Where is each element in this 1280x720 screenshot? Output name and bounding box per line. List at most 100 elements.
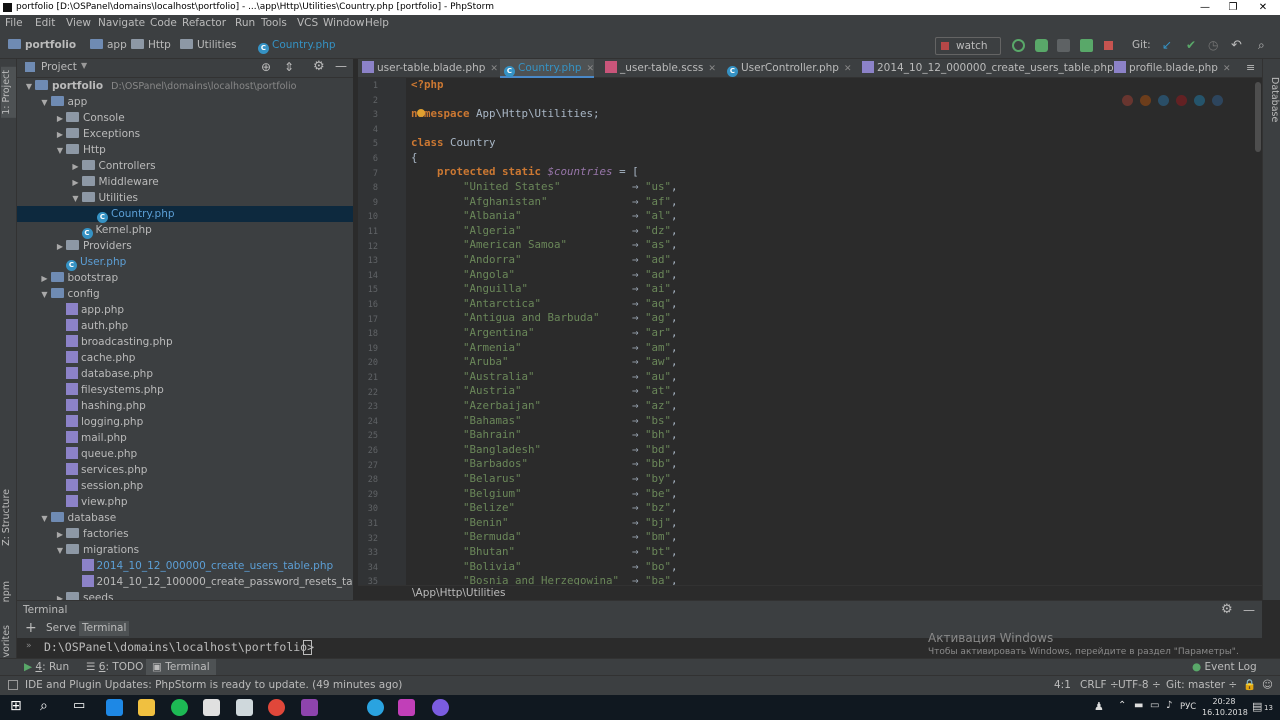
tab-user-table-blade[interactable]: user-table.blade.php ✕ bbox=[358, 59, 498, 78]
collapse-arrow-icon[interactable]: ▶ bbox=[54, 111, 66, 127]
gear-icon[interactable]: ⚙ bbox=[1221, 601, 1233, 619]
edge-icon[interactable] bbox=[1212, 95, 1223, 106]
chrome-icon[interactable] bbox=[1122, 95, 1133, 106]
menu-refactor[interactable]: Refactor bbox=[182, 15, 226, 32]
menu-run[interactable]: Run bbox=[235, 15, 255, 32]
stop-icon[interactable] bbox=[1104, 41, 1113, 50]
tab-profile-blade[interactable]: profile.blade.php ✕ bbox=[1110, 59, 1231, 78]
tree-item[interactable]: cache.php bbox=[17, 350, 353, 366]
menu-view[interactable]: View bbox=[66, 15, 91, 32]
tree-item[interactable]: C Kernel.php bbox=[17, 222, 353, 239]
phpstorm-taskbar-icon[interactable] bbox=[398, 699, 415, 716]
ie-icon[interactable] bbox=[1194, 95, 1205, 106]
git-update-icon[interactable]: ↙ bbox=[1162, 38, 1172, 53]
search-icon[interactable]: ⌕ bbox=[40, 698, 48, 714]
expand-arrow-icon[interactable]: ▼ bbox=[39, 511, 51, 527]
project-panel-title[interactable]: Project bbox=[41, 61, 77, 73]
minimize-button[interactable]: — bbox=[1190, 0, 1220, 15]
tabs-overflow-icon[interactable]: ≡ bbox=[1246, 61, 1255, 74]
side-tab-project[interactable]: 1: Project bbox=[1, 67, 16, 118]
tree-item[interactable]: filesystems.php bbox=[17, 382, 353, 398]
debug-icon[interactable] bbox=[1035, 39, 1048, 52]
collapse-arrow-icon[interactable]: ▶ bbox=[54, 239, 66, 255]
collapse-all-icon[interactable]: ⇕ bbox=[284, 60, 294, 74]
volume-icon[interactable]: ♪ bbox=[1166, 700, 1172, 711]
inspector-icon[interactable]: ☺ bbox=[1262, 676, 1273, 695]
menu-file[interactable]: File bbox=[5, 15, 23, 32]
status-message[interactable]: IDE and Plugin Updates: PhpStorm is read… bbox=[25, 676, 402, 695]
tab-user-table-scss[interactable]: _user-table.scss ✕ bbox=[601, 59, 716, 78]
tree-item[interactable]: ▶ seeds bbox=[17, 590, 353, 600]
tool-tab-run[interactable]: ▶ 4: Run bbox=[24, 659, 69, 676]
status-toggle-icon[interactable] bbox=[8, 680, 18, 690]
tree-item[interactable]: C User.php bbox=[17, 254, 353, 271]
tree-item[interactable]: app.php bbox=[17, 302, 353, 318]
close-tab-icon[interactable]: ✕ bbox=[1223, 64, 1231, 74]
tree-item[interactable]: auth.php bbox=[17, 318, 353, 334]
collapse-arrow-icon[interactable]: ▶ bbox=[54, 527, 66, 543]
locate-icon[interactable]: ⊕ bbox=[261, 60, 271, 74]
windows-start-icon[interactable]: ⊞ bbox=[10, 698, 22, 714]
explorer-taskbar-icon[interactable] bbox=[138, 699, 155, 716]
collapse-arrow-icon[interactable]: ▶ bbox=[70, 175, 82, 191]
expand-arrow-icon[interactable]: ▼ bbox=[54, 143, 66, 159]
close-tab-icon[interactable]: ✕ bbox=[587, 64, 595, 74]
tree-item[interactable]: ▶ Console bbox=[17, 110, 353, 126]
new-session-icon[interactable]: + bbox=[25, 619, 37, 638]
tab-create-users-table[interactable]: 2014_10_12_000000_create_users_table.php… bbox=[858, 59, 1126, 78]
event-log-button[interactable]: ● Event Log bbox=[1192, 659, 1257, 676]
firefox-icon[interactable] bbox=[1140, 95, 1151, 106]
git-history-icon[interactable]: ◷ bbox=[1208, 38, 1218, 53]
tree-item[interactable]: ▼ Http bbox=[17, 142, 353, 158]
tree-item[interactable]: view.php bbox=[17, 494, 353, 510]
people-icon[interactable]: ♟ bbox=[1094, 700, 1104, 713]
tab-user-controller[interactable]: C UserController.php ✕ bbox=[723, 59, 852, 78]
tree-item[interactable]: ▶ Providers bbox=[17, 238, 353, 254]
coverage-icon[interactable] bbox=[1057, 39, 1070, 52]
tree-item[interactable]: logging.php bbox=[17, 414, 353, 430]
collapse-arrow-icon[interactable]: ▶ bbox=[54, 127, 66, 143]
tree-item[interactable]: hashing.php bbox=[17, 398, 353, 414]
collapse-arrow-icon[interactable]: ▶ bbox=[39, 271, 51, 287]
tool-tab-terminal[interactable]: ▣ Terminal bbox=[146, 659, 216, 676]
close-button[interactable]: ✕ bbox=[1248, 0, 1278, 15]
tray-chevron-icon[interactable]: ⌃ bbox=[1118, 700, 1126, 711]
breadcrumb-portfolio[interactable]: portfolio bbox=[8, 38, 76, 53]
expand-arrow-icon[interactable]: ▼ bbox=[23, 79, 35, 95]
browser-preview-icons[interactable] bbox=[1118, 94, 1228, 108]
expand-arrow-icon[interactable]: ▼ bbox=[39, 95, 51, 111]
intention-bulb-icon[interactable] bbox=[417, 109, 425, 117]
hide-terminal-icon[interactable]: — bbox=[1243, 601, 1255, 619]
breadcrumb-utilities[interactable]: Utilities bbox=[180, 38, 237, 53]
menu-edit[interactable]: Edit bbox=[35, 15, 55, 32]
editor-scrollbar[interactable] bbox=[1254, 78, 1262, 585]
tree-item[interactable]: ▼ config bbox=[17, 286, 353, 302]
breadcrumb-country[interactable]: C Country.php bbox=[258, 38, 336, 54]
expand-arrow-icon[interactable]: ▼ bbox=[39, 287, 51, 303]
chevron-down-icon[interactable]: ▼ bbox=[81, 61, 87, 70]
menu-window[interactable]: Window bbox=[323, 15, 364, 32]
expand-icon[interactable]: » bbox=[26, 641, 32, 651]
tree-item[interactable]: ▶ Controllers bbox=[17, 158, 353, 174]
rerun-icon[interactable] bbox=[1012, 39, 1025, 52]
safari-icon[interactable] bbox=[1158, 95, 1169, 106]
side-tab-npm[interactable]: npm bbox=[1, 581, 16, 602]
hide-panel-icon[interactable]: — bbox=[335, 59, 347, 73]
network-icon[interactable]: ▭ bbox=[1150, 700, 1159, 711]
tree-item[interactable]: 2014_10_12_000000_create_users_table.php bbox=[17, 558, 353, 574]
viber-taskbar-icon[interactable] bbox=[432, 699, 449, 716]
scrollbar-thumb[interactable] bbox=[1255, 82, 1261, 152]
tree-item[interactable]: queue.php bbox=[17, 446, 353, 462]
menu-vcs[interactable]: VCS bbox=[297, 15, 318, 32]
tree-item[interactable]: database.php bbox=[17, 366, 353, 382]
tree-item[interactable]: ▼ portfolio D:\OSPanel\domains\localhost\p… bbox=[17, 78, 353, 94]
line-separator[interactable]: CRLF ÷ bbox=[1080, 676, 1119, 695]
expand-arrow-icon[interactable]: ▼ bbox=[54, 543, 66, 559]
code-editor[interactable]: <?php namespace App\Http\Utilities; clas… bbox=[406, 78, 1254, 585]
tree-item[interactable]: ▼ migrations bbox=[17, 542, 353, 558]
search-everywhere-icon[interactable]: ⌕ bbox=[1258, 38, 1265, 53]
input-language[interactable]: РУС bbox=[1180, 702, 1196, 712]
tool-tab-todo[interactable]: ☰ 6: TODO bbox=[86, 659, 143, 676]
menu-tools[interactable]: Tools bbox=[261, 15, 287, 32]
close-tab-icon[interactable]: ✕ bbox=[708, 64, 716, 74]
